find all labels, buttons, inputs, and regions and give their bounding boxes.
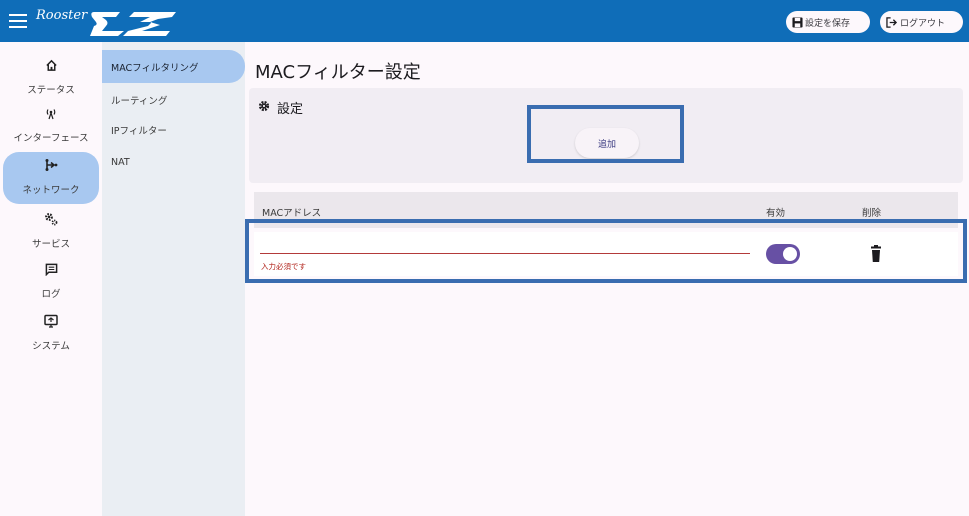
menu-icon[interactable]: [9, 12, 29, 30]
logout-icon: [886, 16, 898, 28]
top-app-bar: Rooster 設定を保存 ログアウト: [0, 0, 969, 42]
column-header-delete: 削除: [862, 208, 882, 219]
rail-item-system[interactable]: システム: [3, 308, 99, 360]
settings-heading-label: 設定: [277, 102, 304, 117]
sub-nav: MACフィルタリング ルーティング IPフィルター NAT: [102, 42, 245, 516]
rail-item-label: システム: [32, 341, 70, 352]
system-icon: [3, 312, 99, 330]
rail-item-network[interactable]: ネットワーク: [3, 152, 99, 204]
page-title: MACフィルター設定: [255, 62, 421, 83]
rail-item-label: サービス: [31, 239, 70, 250]
highlight-box-row: [245, 219, 967, 283]
rail-item-log[interactable]: ログ: [3, 256, 99, 308]
home-icon: [3, 56, 99, 74]
logout-label: ログアウト: [900, 18, 946, 29]
logo-text: Rooster: [36, 8, 88, 23]
subnav-item-mac-filtering[interactable]: MACフィルタリング: [102, 50, 245, 83]
nav-rail: ステータス インターフェース ネットワーク サービス ログ システム: [0, 42, 102, 516]
gear-icon: [258, 100, 270, 115]
save-settings-label: 設定を保存: [805, 18, 851, 29]
column-header-mac: MACアドレス: [262, 208, 322, 219]
subnav-item-routing[interactable]: ルーティング: [102, 83, 245, 116]
subnav-item-ip-filter[interactable]: IPフィルター: [102, 113, 245, 146]
column-header-enabled: 有効: [766, 208, 786, 219]
subnav-item-nat[interactable]: NAT: [102, 146, 245, 179]
settings-heading: 設定: [258, 98, 303, 117]
network-icon: [3, 156, 99, 174]
rail-item-label: ステータス: [27, 85, 75, 96]
rail-item-label: ネットワーク: [22, 185, 80, 196]
highlight-box-add: [527, 105, 684, 163]
antenna-icon: [3, 104, 99, 122]
rail-item-label: インターフェース: [13, 133, 89, 144]
log-icon: [3, 260, 99, 278]
logout-button[interactable]: ログアウト: [880, 11, 963, 33]
rail-item-interface[interactable]: インターフェース: [3, 100, 99, 152]
gears-icon: [3, 210, 99, 228]
save-settings-button[interactable]: 設定を保存: [786, 11, 870, 33]
floppy-disk-icon: [792, 16, 803, 28]
rail-item-status[interactable]: ステータス: [3, 52, 99, 104]
rail-item-service[interactable]: サービス: [3, 206, 99, 258]
rail-item-label: ログ: [41, 289, 61, 300]
logo-se-icon: [90, 12, 176, 36]
